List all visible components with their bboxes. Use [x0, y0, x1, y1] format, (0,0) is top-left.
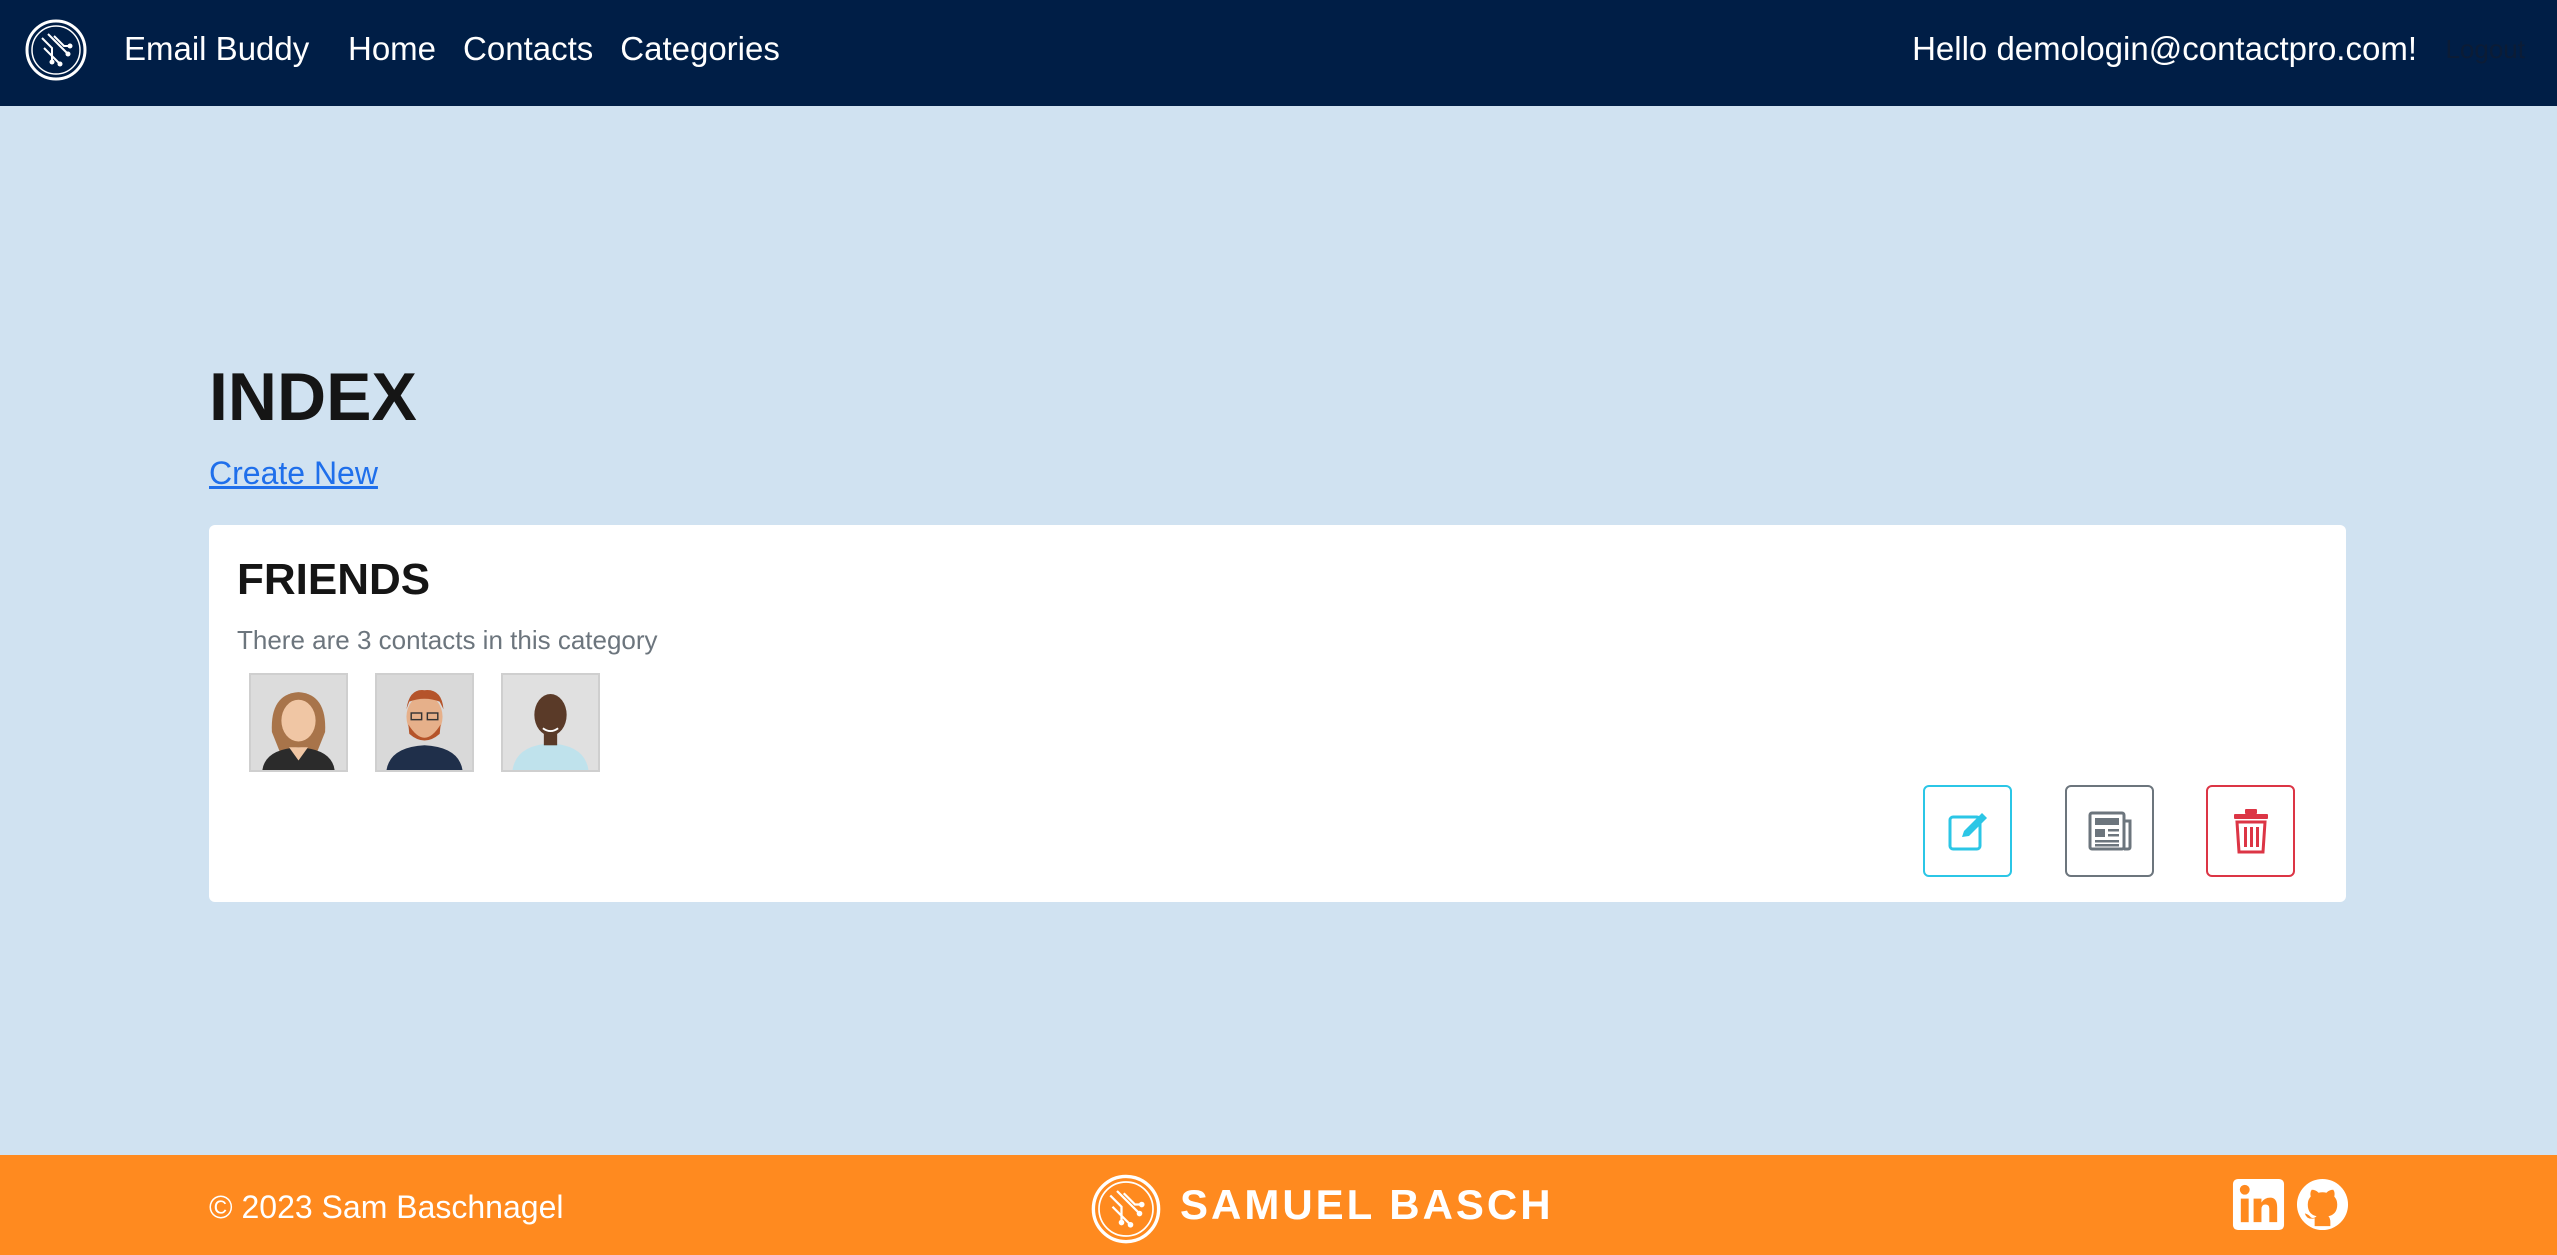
linkedin-icon[interactable]	[2231, 1177, 2286, 1232]
edit-category-button[interactable]	[1923, 785, 2012, 877]
nav-link-home[interactable]: Home	[348, 30, 436, 68]
user-greeting: Hello demologin@contactpro.com!	[1912, 30, 2417, 67]
avatar[interactable]	[375, 673, 474, 772]
github-icon[interactable]	[2295, 1177, 2350, 1232]
newspaper-icon	[2088, 811, 2131, 851]
category-card: FRIENDS There are 3 contacts in this cat…	[209, 525, 2346, 902]
navbar: Email Buddy Home Contacts Categories Hel…	[0, 0, 2557, 106]
footer-brand-name: SAMUEL BASCH	[1180, 1181, 1554, 1228]
edit-icon	[1948, 813, 1987, 851]
circuit-logo-icon[interactable]	[24, 18, 88, 82]
footer: © 2023 Sam Baschnagel SAMUEL BASCH	[0, 1155, 2557, 1255]
logout-button[interactable]: Logout	[2445, 34, 2525, 65]
nav-links: Home Contacts Categories	[348, 30, 780, 68]
circuit-logo-icon	[1091, 1174, 1161, 1244]
page-title: INDEX	[209, 359, 417, 435]
create-new-link[interactable]: Create New	[209, 455, 378, 492]
category-summary: There are 3 contacts in this category	[237, 625, 658, 655]
copyright-text: © 2023 Sam Baschnagel	[209, 1189, 564, 1225]
nav-link-contacts[interactable]: Contacts	[463, 30, 593, 68]
brand-link[interactable]: Email Buddy	[124, 30, 309, 68]
category-name: FRIENDS	[237, 555, 431, 604]
avatar[interactable]	[249, 673, 348, 772]
contact-avatars	[249, 673, 600, 772]
avatar[interactable]	[501, 673, 600, 772]
delete-category-button[interactable]	[2206, 785, 2295, 877]
details-category-button[interactable]	[2065, 785, 2154, 877]
trash-icon	[2233, 809, 2268, 854]
nav-link-categories[interactable]: Categories	[620, 30, 780, 68]
